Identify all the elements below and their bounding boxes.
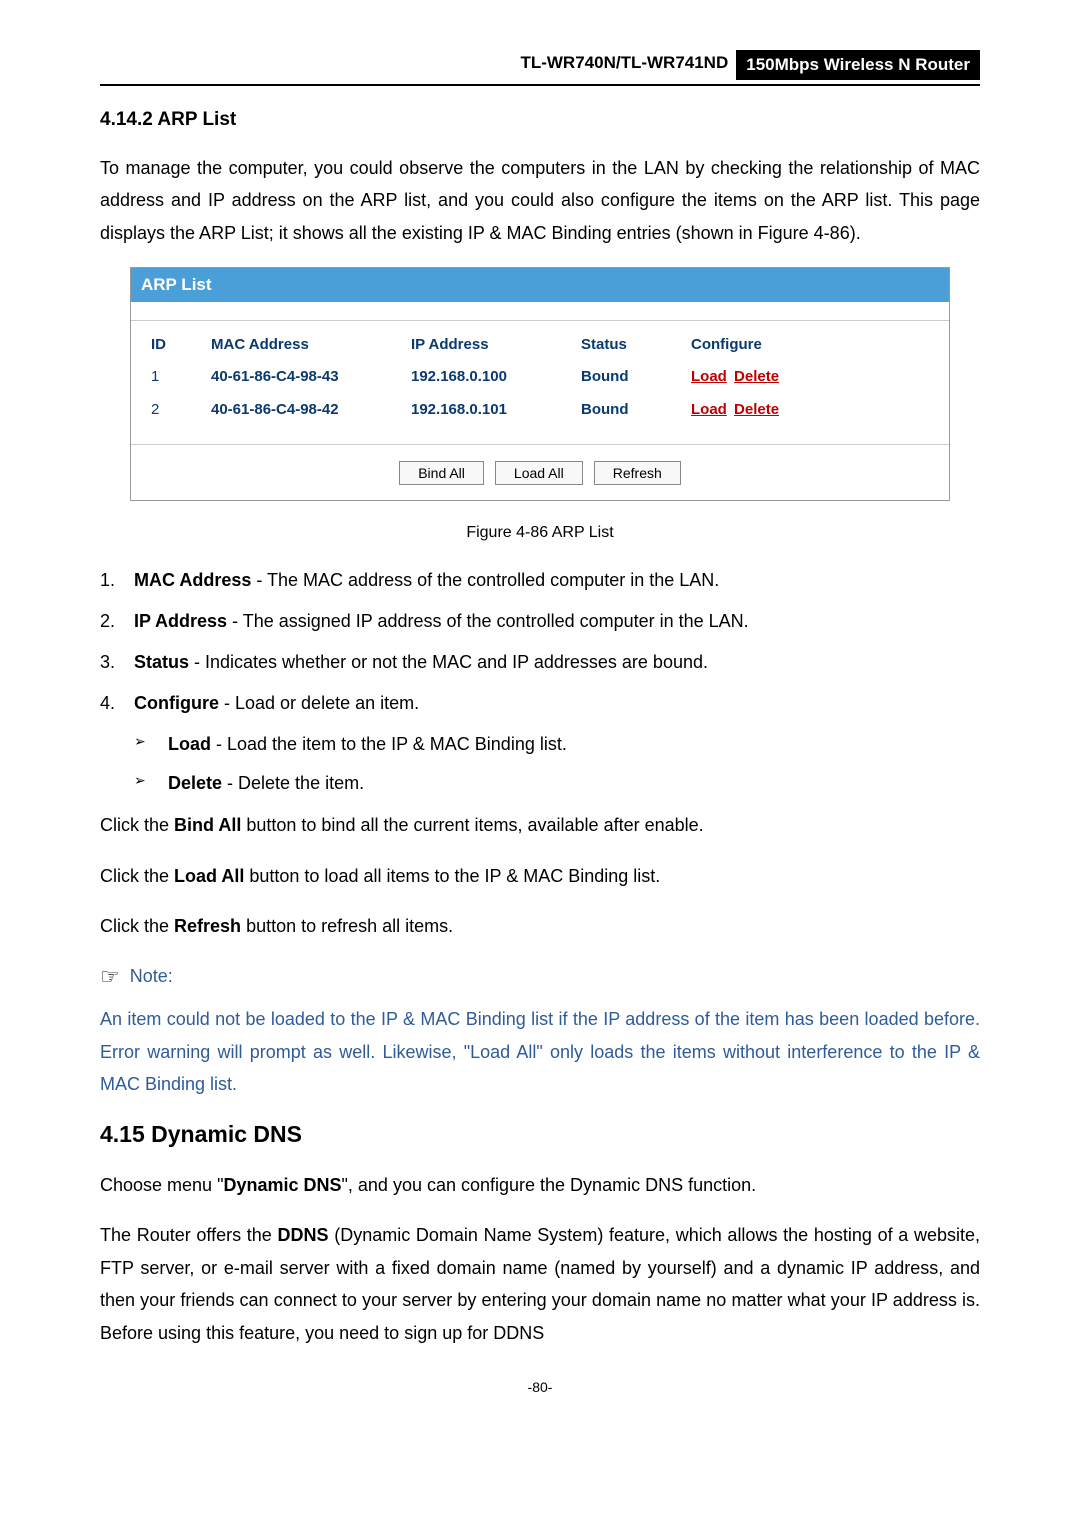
intro-paragraph: To manage the computer, you could observ…: [100, 152, 980, 249]
instruction-line: Click the Load All button to load all it…: [100, 860, 980, 892]
pointing-hand-icon: ☞: [100, 960, 120, 993]
arp-table-row: 2 40-61-86-C4-98-42 192.168.0.101 Bound …: [151, 394, 929, 427]
list-number: 3.: [100, 649, 134, 676]
arp-load-link[interactable]: Load: [691, 401, 727, 418]
arp-cell-id: 1: [151, 366, 211, 389]
arp-delete-link[interactable]: Delete: [734, 368, 779, 385]
arp-cell-status: Bound: [581, 366, 691, 389]
arp-button-row: Bind All Load All Refresh: [131, 444, 949, 500]
arp-header-status: Status: [581, 334, 691, 357]
page-header: TL-WR740N/TL-WR741ND 150Mbps Wireless N …: [100, 50, 980, 86]
arp-header-ip: IP Address: [411, 334, 581, 357]
arp-header-mac: MAC Address: [211, 334, 411, 357]
definition-item: 4. Configure - Load or delete an item.: [100, 690, 980, 717]
list-text: IP Address - The assigned IP address of …: [134, 608, 980, 635]
arp-spacer: [131, 302, 949, 320]
arp-header-config: Configure: [691, 334, 841, 357]
sublist-text: Load - Load the item to the IP & MAC Bin…: [168, 731, 980, 758]
definition-item: 2. IP Address - The assigned IP address …: [100, 608, 980, 635]
definition-item: 3. Status - Indicates whether or not the…: [100, 649, 980, 676]
arp-panel-title: ARP List: [131, 268, 949, 302]
definition-item: 1. MAC Address - The MAC address of the …: [100, 567, 980, 594]
bind-all-button[interactable]: Bind All: [399, 461, 484, 485]
section-heading: 4.14.2 ARP List: [100, 106, 980, 135]
list-text: MAC Address - The MAC address of the con…: [134, 567, 980, 594]
arp-table: ID MAC Address IP Address Status Configu…: [131, 320, 949, 445]
instruction-line: Click the Bind All button to bind all th…: [100, 809, 980, 841]
arp-cell-ip: 192.168.0.100: [411, 366, 581, 389]
refresh-button[interactable]: Refresh: [594, 461, 681, 485]
list-number: 4.: [100, 690, 134, 717]
arp-cell-mac: 40-61-86-C4-98-43: [211, 366, 411, 389]
arp-cell-status: Bound: [581, 399, 691, 422]
arp-header-id: ID: [151, 334, 211, 357]
arp-cell-id: 2: [151, 399, 211, 422]
figure-caption: Figure 4-86 ARP List: [100, 521, 980, 545]
list-number: 1.: [100, 567, 134, 594]
header-product: 150Mbps Wireless N Router: [736, 50, 980, 80]
bullet-icon: ➢: [134, 770, 168, 797]
ddns-paragraph: Choose menu "Dynamic DNS", and you can c…: [100, 1169, 980, 1201]
instruction-line: Click the Refresh button to refresh all …: [100, 910, 980, 942]
note-text: An item could not be loaded to the IP & …: [100, 1003, 980, 1100]
arp-cell-ip: 192.168.0.101: [411, 399, 581, 422]
sublist-text: Delete - Delete the item.: [168, 770, 980, 797]
list-text: Configure - Load or delete an item.: [134, 690, 980, 717]
list-text: Status - Indicates whether or not the MA…: [134, 649, 980, 676]
note-header: ☞ Note:: [100, 960, 980, 993]
arp-table-header-row: ID MAC Address IP Address Status Configu…: [151, 329, 929, 362]
list-number: 2.: [100, 608, 134, 635]
sublist-item: ➢ Load - Load the item to the IP & MAC B…: [134, 731, 980, 758]
arp-cell-config: Load Delete: [691, 366, 841, 389]
arp-cell-mac: 40-61-86-C4-98-42: [211, 399, 411, 422]
arp-delete-link[interactable]: Delete: [734, 401, 779, 418]
bullet-icon: ➢: [134, 731, 168, 758]
main-heading: 4.15 Dynamic DNS: [100, 1117, 980, 1152]
header-model: TL-WR740N/TL-WR741ND: [520, 50, 728, 80]
arp-list-panel: ARP List ID MAC Address IP Address Statu…: [130, 267, 950, 501]
arp-load-link[interactable]: Load: [691, 368, 727, 385]
page-number: -80-: [100, 1377, 980, 1398]
note-label: Note:: [130, 963, 173, 990]
load-all-button[interactable]: Load All: [495, 461, 583, 485]
sublist-item: ➢ Delete - Delete the item.: [134, 770, 980, 797]
arp-table-row: 1 40-61-86-C4-98-43 192.168.0.100 Bound …: [151, 361, 929, 394]
arp-cell-config: Load Delete: [691, 399, 841, 422]
ddns-paragraph: The Router offers the DDNS (Dynamic Doma…: [100, 1219, 980, 1349]
